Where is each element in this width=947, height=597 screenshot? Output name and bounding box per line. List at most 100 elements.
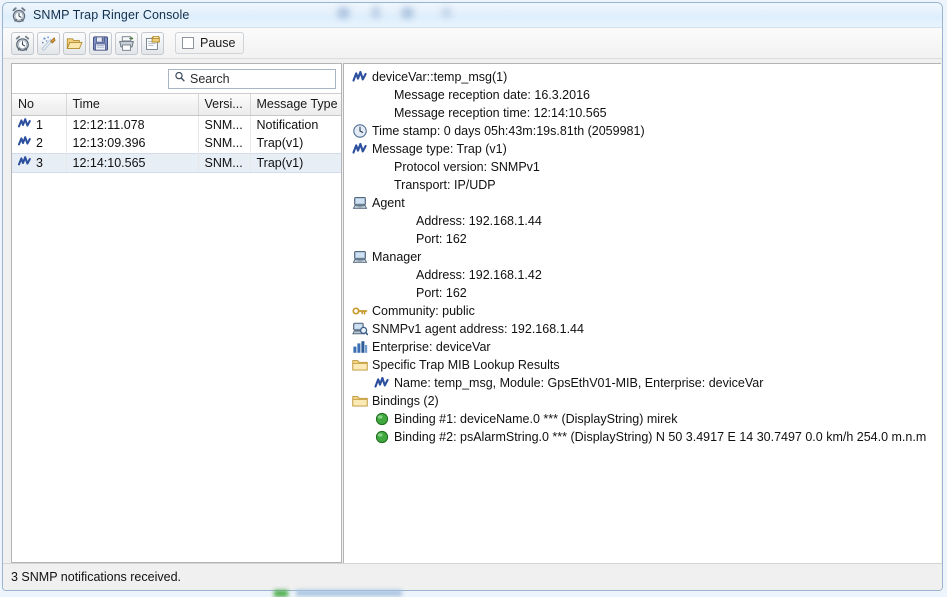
table-row[interactable]: 1 12:12:11.078 SNM... Notification (12, 115, 341, 134)
tree-node-label: Community: public (372, 304, 475, 318)
row-number: 3 (36, 155, 43, 170)
tree-node[interactable]: Binding #1: deviceName.0 *** (DisplayStr… (352, 410, 941, 428)
tree-node-label: Enterprise: deviceVar (372, 340, 491, 354)
column-header-no[interactable]: No (12, 94, 67, 116)
window-frame: SNMP Trap Ringer Console Pause Search No… (2, 2, 943, 591)
tree-node[interactable]: Community: public (352, 302, 941, 320)
clear-button[interactable] (37, 31, 60, 55)
tree-node[interactable]: Port: 162 (352, 284, 941, 302)
tree-node[interactable]: Time stamp: 0 days 05h:43m:19s.81th (205… (352, 122, 941, 140)
desktop-blurred-strip (0, 589, 947, 597)
row-number: 2 (36, 136, 43, 151)
tree-node[interactable]: Protocol version: SNMPv1 (352, 158, 941, 176)
pause-toggle[interactable]: Pause (175, 32, 245, 54)
tree-node[interactable]: Message type: Trap (v1) (352, 140, 941, 158)
tree-node[interactable]: Specific Trap MIB Lookup Results (352, 356, 941, 374)
trap-message-icon (18, 117, 31, 132)
title-bar: SNMP Trap Ringer Console (3, 3, 942, 28)
tree-node-label: Message reception date: 16.3.2016 (394, 88, 590, 102)
tree-node-label: Bindings (2) (372, 394, 439, 408)
alarm-clock-icon (11, 7, 27, 23)
cell-version: SNM... (198, 115, 251, 134)
print-button[interactable] (115, 31, 138, 55)
printer-icon (118, 35, 135, 52)
pause-checkbox[interactable] (182, 37, 194, 49)
computer-search-icon (352, 321, 368, 337)
search-input[interactable]: Search (168, 68, 336, 89)
green-sphere-icon (374, 411, 390, 427)
tree-node[interactable]: Port: 162 (352, 230, 941, 248)
table-row-selected[interactable]: 3 12:14:10.565 SNM... Trap(v1) (12, 152, 341, 173)
folder-export-icon (144, 35, 161, 52)
toolbar: Pause (3, 28, 942, 59)
tree-node[interactable]: deviceVar::temp_msg(1) (352, 68, 941, 86)
tree-node[interactable]: Message reception date: 16.3.2016 (352, 86, 941, 104)
trap-message-icon (18, 155, 31, 170)
open-folder-icon (66, 35, 83, 52)
cell-message-type: Notification (256, 117, 319, 132)
tree-node-label: Specific Trap MIB Lookup Results (372, 358, 560, 372)
cell-time: 12:13:09.396 (66, 134, 199, 153)
tree-node-label: Binding #2: psAlarmString.0 *** (Display… (394, 430, 927, 444)
application-window: SNMP Trap Ringer Console Pause Search No… (0, 0, 947, 597)
tree-node-label: deviceVar::temp_msg(1) (372, 70, 508, 84)
cell-time: 12:12:11.078 (66, 115, 199, 134)
trap-message-icon (352, 69, 368, 85)
cell-version: SNM... (198, 134, 251, 153)
search-row: Search (12, 64, 341, 94)
message-list-panel: Search No Time Versi... Message Type 1 1… (11, 63, 342, 563)
key-icon (352, 303, 368, 319)
tree-node-label: Message reception time: 12:14:10.565 (394, 106, 607, 120)
tree-node-label: Address: 192.168.1.44 (416, 214, 542, 228)
clock-icon (352, 123, 368, 139)
table-header-row: No Time Versi... Message Type (12, 94, 341, 116)
tree-node-label: Message type: Trap (v1) (372, 142, 507, 156)
save-button[interactable] (89, 31, 112, 55)
trap-message-icon (18, 136, 31, 150)
titlebar-blurred-region (333, 3, 453, 25)
cell-version: SNM... (198, 152, 251, 173)
content-area: Search No Time Versi... Message Type 1 1… (3, 59, 942, 590)
tree-node[interactable]: Address: 192.168.1.42 (352, 266, 941, 284)
tree-node[interactable]: Message reception time: 12:14:10.565 (352, 104, 941, 122)
magic-wand-icon (40, 35, 57, 52)
column-header-time[interactable]: Time (66, 94, 199, 116)
folder-icon (352, 357, 368, 373)
export-button[interactable] (141, 31, 164, 55)
trap-message-icon (352, 141, 368, 157)
new-session-button[interactable] (11, 31, 34, 55)
folder-icon (352, 393, 368, 409)
table-row[interactable]: 2 12:13:09.396 SNM... Trap(v1) (12, 134, 341, 153)
tree-node-label: Time stamp: 0 days 05h:43m:19s.81th (205… (372, 124, 645, 138)
cell-no: 1 (12, 115, 67, 134)
status-text: 3 SNMP notifications received. (11, 570, 181, 584)
open-button[interactable] (63, 31, 86, 55)
tree-node[interactable]: Address: 192.168.1.44 (352, 212, 941, 230)
tree-node[interactable]: Manager (352, 248, 941, 266)
alarm-clock-icon (14, 35, 31, 52)
column-header-message-type[interactable]: Message Type (250, 94, 341, 116)
column-header-version[interactable]: Versi... (198, 94, 251, 116)
message-table: No Time Versi... Message Type 1 12:12:11… (12, 94, 341, 173)
bar-chart-icon (352, 339, 368, 355)
trap-message-icon (374, 375, 390, 391)
tree-node[interactable]: Transport: IP/UDP (352, 176, 941, 194)
tree-node[interactable]: Agent (352, 194, 941, 212)
cell-no: 2 (12, 134, 67, 153)
tree-node[interactable]: Name: temp_msg, Module: GpsEthV01-MIB, E… (352, 374, 941, 392)
pause-label: Pause (200, 36, 236, 50)
tree-node[interactable]: Binding #2: psAlarmString.0 *** (Display… (352, 428, 941, 446)
cell-message-type: Trap(v1) (250, 152, 341, 173)
tree-node-label: Port: 162 (416, 232, 467, 246)
tree-node-label: Transport: IP/UDP (394, 178, 496, 192)
tree-node[interactable]: Bindings (2) (352, 392, 941, 410)
tree-node[interactable]: SNMPv1 agent address: 192.168.1.44 (352, 320, 941, 338)
tree-node-label: Port: 162 (416, 286, 467, 300)
row-number: 1 (36, 117, 43, 132)
cell-no: 3 (12, 152, 67, 173)
cell-message-type: Trap(v1) (256, 136, 304, 151)
table-body: 1 12:12:11.078 SNM... Notification 2 12:… (12, 115, 341, 173)
floppy-disk-icon (92, 35, 109, 52)
tree-node[interactable]: Enterprise: deviceVar (352, 338, 941, 356)
window-title: SNMP Trap Ringer Console (33, 8, 190, 22)
